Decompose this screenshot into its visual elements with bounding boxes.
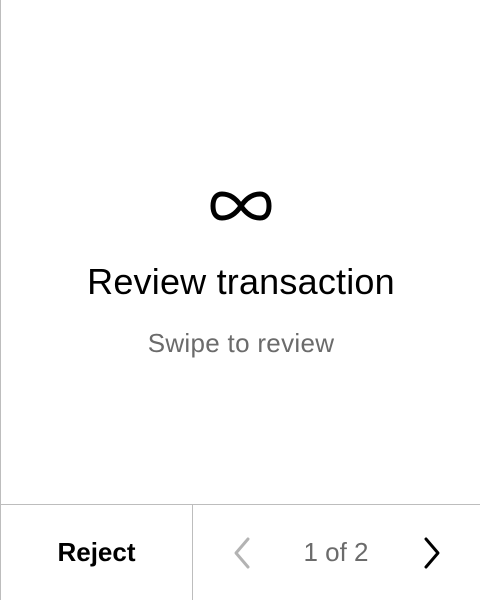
- review-title: Review transaction: [87, 261, 395, 302]
- swipe-instruction: Swipe to review: [147, 328, 335, 358]
- chevron-left-icon[interactable]: [227, 535, 259, 571]
- bottom-action-bar: Reject 1 of 2: [1, 504, 480, 600]
- transaction-review-screen: Review transaction Swipe to review Rejec…: [0, 0, 480, 600]
- page-indicator: 1 of 2: [303, 537, 369, 567]
- review-content: Review transaction Swipe to review: [1, 0, 480, 504]
- infinity-icon: [210, 191, 272, 221]
- reject-button[interactable]: Reject: [1, 505, 193, 600]
- chevron-right-icon[interactable]: [415, 535, 447, 571]
- pager: 1 of 2: [193, 505, 480, 600]
